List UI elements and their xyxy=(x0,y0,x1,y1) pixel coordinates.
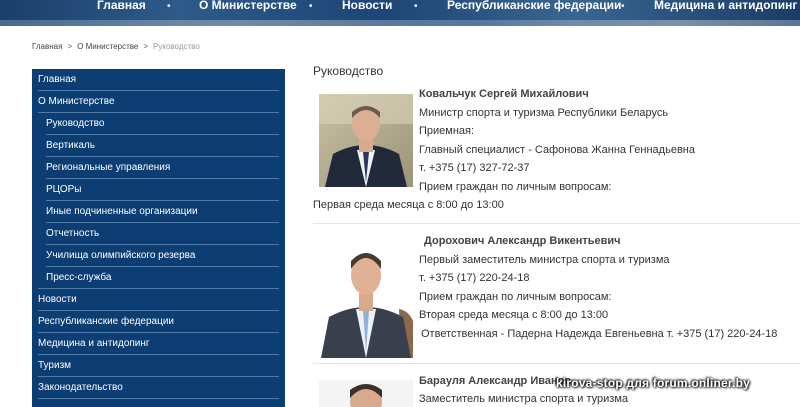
person-position: Заместитель министра спорта и туризма xyxy=(419,393,629,405)
person-info-line: Приемная: xyxy=(419,125,475,137)
person-position: Министр спорта и туризма Республики Бела… xyxy=(419,107,669,119)
person-info-line: Главный специалист - Сафонова Жанна Генн… xyxy=(419,144,695,156)
sidebar-item-vertical[interactable]: Вертикаль xyxy=(32,135,285,157)
person-position: Первый заместитель министра спорта и тур… xyxy=(419,254,670,266)
person-divider xyxy=(313,363,800,364)
person-info-line: Первая среда месяца с 8:00 до 13:00 xyxy=(313,199,504,211)
sidebar-item-news[interactable]: Новости xyxy=(32,289,285,311)
person-name: Барауля Александр Иванов xyxy=(419,375,572,387)
person-phone: т. +375 (17) 327-72-37 xyxy=(419,162,530,174)
topnav-item-home[interactable]: Главная xyxy=(97,0,146,13)
page-title: Руководство xyxy=(313,64,384,78)
sidebar-item-label: Главная xyxy=(38,74,77,85)
person-photo xyxy=(319,241,413,358)
topnav-dot: • xyxy=(414,1,418,12)
breadcrumb-separator: > xyxy=(143,42,149,51)
sidebar-item-home[interactable]: Главная xyxy=(32,69,285,91)
sidebar-item-label: Иные подчиненные организации xyxy=(46,206,198,217)
person-info-line: Прием граждан по личным вопросам: xyxy=(419,291,612,303)
sidebar-item-medicine[interactable]: Медицина и антидопинг xyxy=(32,333,285,355)
sidebar-item-label: Новости xyxy=(38,294,77,305)
sidebar-item-label: Региональные управления xyxy=(46,162,171,173)
person-info-line: Прием граждан по личным вопросам: xyxy=(419,181,612,193)
topnav-item-news[interactable]: Новости xyxy=(342,0,392,13)
sidebar-item-label: Законодательство xyxy=(38,382,123,393)
sidebar-item-label: РЦОРы xyxy=(46,184,82,195)
topnav-item-ministry[interactable]: О Министерстве xyxy=(199,0,297,13)
sidebar-item-other-orgs[interactable]: Иные подчиненные организации xyxy=(32,201,285,223)
sidebar-item-regional[interactable]: Региональные управления xyxy=(32,157,285,179)
breadcrumb-current: Руководство xyxy=(153,42,200,51)
sidebar-item-legislation[interactable]: Законодательство xyxy=(32,377,285,399)
person-photo xyxy=(319,380,413,407)
sidebar-item-leadership[interactable]: Руководство xyxy=(32,113,285,135)
sidebar-item-label: Республиканские федерации xyxy=(38,316,174,327)
person-photo-image xyxy=(319,380,413,407)
person-divider xyxy=(313,223,800,224)
person-name: Ковальчук Сергей Михайлович xyxy=(419,88,589,100)
topnav-dot: • xyxy=(621,1,625,12)
top-navigation: Главная • О Министерстве • Новости • Рес… xyxy=(0,0,800,26)
sidebar-item-label: Отчетность xyxy=(46,228,100,239)
sidebar-item-label: О Министерстве xyxy=(38,96,115,107)
sidebar-item-press[interactable]: Пресс-служба xyxy=(32,267,285,289)
sidebar-item-tourism[interactable]: Туризм xyxy=(32,355,285,377)
person-photo-image xyxy=(319,94,413,187)
watermark-text: kirova-stop для forum.onliner.by xyxy=(556,376,750,390)
topnav-dot: • xyxy=(309,1,313,12)
person-photo xyxy=(319,94,413,187)
breadcrumb-ministry[interactable]: О Министерстве xyxy=(77,42,138,51)
sidebar-item-rcor[interactable]: РЦОРы xyxy=(32,179,285,201)
person-phone: т. +375 (17) 220-24-18 xyxy=(419,272,530,284)
person-info-line: Вторая среда месяца с 8:00 до 13:00 xyxy=(419,309,609,321)
topnav-item-medicine[interactable]: Медицина и антидопинг xyxy=(654,0,797,13)
topnav-item-federations[interactable]: Республиканские федерации xyxy=(447,0,621,13)
breadcrumb-home[interactable]: Главная xyxy=(32,42,62,51)
sidebar-menu: Главная О Министерстве Руководство Верти… xyxy=(32,69,285,407)
person-info-line: Ответственная - Падерна Надежда Евгеньев… xyxy=(421,328,778,340)
breadcrumb: Главная > О Министерстве > Руководство xyxy=(32,42,200,51)
sidebar-item-federations[interactable]: Республиканские федерации xyxy=(32,311,285,333)
sidebar-divider xyxy=(38,398,279,399)
sidebar-item-label: Пресс-служба xyxy=(46,272,112,283)
sidebar-item-olympic-schools[interactable]: Училища олимпийского резерва xyxy=(32,245,285,267)
sidebar-item-ministry[interactable]: О Министерстве xyxy=(32,91,285,113)
breadcrumb-separator: > xyxy=(67,42,73,51)
person-photo-image xyxy=(319,241,413,358)
sidebar-item-label: Руководство xyxy=(46,118,105,129)
sidebar-item-label: Туризм xyxy=(38,360,72,371)
sidebar-item-label: Училища олимпийского резерва xyxy=(46,250,196,261)
sidebar-item-label: Медицина и антидопинг xyxy=(38,338,150,349)
sidebar-item-reports[interactable]: Отчетность xyxy=(32,223,285,245)
sidebar-item-label: Вертикаль xyxy=(46,140,95,151)
person-name: Дорохович Александр Викентьевич xyxy=(424,235,621,247)
topnav-dot: • xyxy=(167,1,171,12)
